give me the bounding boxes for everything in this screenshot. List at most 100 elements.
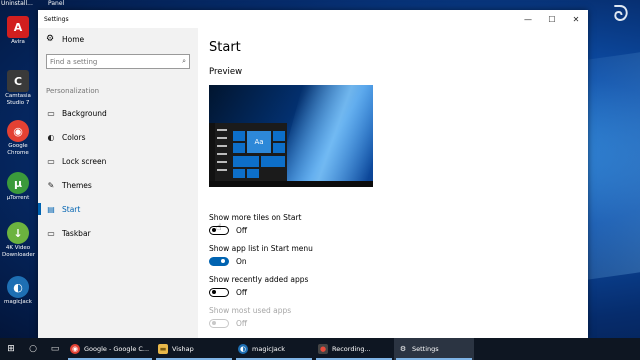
chrome-icon: ◉ [7, 120, 29, 142]
task-view-icon: ▭ [50, 344, 60, 354]
preview-list-line [217, 161, 227, 163]
desktop-icon-4k-video-downloader[interactable]: ↓ 4K Video Downloader [2, 222, 35, 258]
minimize-button[interactable]: — [516, 10, 540, 28]
dragon-desktop-icon[interactable]: ᘐ [608, 2, 634, 28]
sidebar-item-label: Lock screen [62, 156, 107, 166]
preview-start-menu: Aa [209, 123, 287, 181]
gear-icon: ⚙ [46, 34, 55, 44]
preview-tile [247, 169, 259, 178]
sidebar-nav: ▭ Background ◐ Colors ▭ Lock screen ✎ Th… [38, 101, 198, 245]
desktop-icon-label: Google Chrome [7, 143, 29, 156]
preview-list-line [217, 145, 227, 147]
mouse-cursor-icon: ☝ [216, 223, 222, 233]
taskbar-app-chrome[interactable]: ◉ Google - Google C... [66, 338, 154, 360]
desktop-icon-utorrent[interactable]: µ µTorrent [2, 172, 34, 202]
setting-label: Show app list in Start menu [209, 244, 313, 253]
sidebar-item-themes[interactable]: ✎ Themes [38, 173, 198, 197]
toggle-state-label: On [236, 257, 247, 266]
taskbar-app-magicjack[interactable]: ◐ magicJack [234, 338, 314, 360]
taskbar-app-recording[interactable]: ● Recording... [314, 338, 394, 360]
maximize-button[interactable]: ☐ [540, 10, 564, 28]
page-title: Start [209, 40, 241, 55]
preview-tile [261, 156, 285, 167]
setting-label: Show more tiles on Start [209, 213, 302, 222]
preview-tile-aa: Aa [247, 131, 271, 153]
taskbar-icon: ▭ [47, 228, 55, 238]
search-field[interactable]: Find a setting ⌕ [46, 54, 190, 69]
preview-tile [233, 169, 245, 178]
search-icon[interactable]: ⌕ [182, 57, 186, 66]
preview-tile [273, 131, 285, 141]
settings-window: Settings — ☐ ✕ ⚙ Home Find a setting ⌕ P… [38, 10, 588, 338]
preview-tile [233, 131, 245, 141]
sidebar-item-label: Colors [62, 132, 86, 142]
sidebar-item-label: Start [62, 204, 81, 214]
desktop-icon-avira[interactable]: A Avira [2, 16, 34, 46]
brush-icon: ✎ [47, 180, 55, 190]
4k-video-downloader-icon: ↓ [7, 222, 29, 244]
toggle-state-label: Off [236, 288, 248, 297]
sidebar-item-label: Background [62, 108, 107, 118]
setting-show-most-used: Show most used apps Off [209, 306, 588, 328]
avira-icon: A [7, 16, 29, 38]
desktop-icon-chrome[interactable]: ◉ Google Chrome [2, 120, 34, 156]
sidebar: ⚙ Home Find a setting ⌕ Personalization … [38, 28, 198, 338]
home-label: Home [62, 34, 85, 44]
wallpaper-rays [275, 85, 373, 187]
sidebar-item-start[interactable]: ▤ Start [38, 197, 198, 221]
setting-show-app-list: Show app list in Start menu On [209, 244, 588, 266]
preview-heading: Preview [209, 67, 243, 77]
preview-list-line [217, 137, 227, 139]
preview-app-list [217, 129, 227, 177]
show-app-list-toggle[interactable] [209, 257, 229, 266]
home-button[interactable]: ⚙ Home [38, 28, 198, 50]
magicjack-icon: ◐ [238, 344, 248, 354]
toggle-state-label: Off [236, 226, 248, 235]
close-button[interactable]: ✕ [564, 10, 588, 28]
sidebar-item-label: Themes [62, 180, 92, 190]
windows-taskbar: ⊞ ○ ▭ ◉ Google - Google C... ▬ Vishap ◐ … [0, 338, 640, 360]
preview-tile [273, 143, 285, 153]
setting-label: Show most used apps [209, 306, 292, 315]
show-recently-added-toggle[interactable] [209, 288, 229, 297]
start-button[interactable]: ⊞ [0, 338, 22, 360]
taskbar-app-label: Vishap [172, 345, 194, 353]
search-input[interactable]: Find a setting [50, 58, 182, 66]
taskbar-app-label: Settings [412, 345, 439, 353]
sidebar-item-taskbar[interactable]: ▭ Taskbar [38, 221, 198, 245]
taskbar-app-settings[interactable]: ⚙ Settings [394, 338, 474, 360]
show-most-used-toggle[interactable] [209, 319, 229, 328]
start-preview-image: Aa [209, 85, 373, 187]
preview-list-line [217, 169, 227, 171]
camtasia-icon: C [7, 70, 29, 92]
preview-start-rail [209, 123, 215, 181]
task-view-button[interactable]: ▭ [44, 338, 66, 360]
sidebar-item-colors[interactable]: ◐ Colors [38, 125, 198, 149]
desktop-icon-magicjack[interactable]: ◐ magicJack [2, 276, 34, 306]
desktop-label-panel[interactable]: Panel [48, 0, 64, 7]
preview-taskbar [209, 181, 373, 187]
sidebar-item-lock-screen[interactable]: ▭ Lock screen [38, 149, 198, 173]
window-title: Settings [44, 15, 69, 23]
taskbar-app-label: Recording... [332, 345, 371, 353]
title-bar[interactable]: Settings — ☐ ✕ [38, 10, 588, 28]
desktop-icon-label: magicJack [4, 299, 32, 305]
desktop-icon-camtasia[interactable]: C Camtasia Studio 7 [2, 70, 34, 106]
magicjack-icon: ◐ [7, 276, 29, 298]
monitor-icon: ▭ [47, 156, 55, 166]
desktop-icon-label: Camtasia Studio 7 [5, 93, 31, 106]
start-icon: ▤ [47, 204, 55, 214]
taskbar-app-vishap-folder[interactable]: ▬ Vishap [154, 338, 234, 360]
desktop-icon-label: µTorrent [6, 195, 30, 201]
main-content: Start Preview Aa Show more tiles on Star… [209, 28, 588, 338]
desktop-icon-label: 4K Video Downloader [2, 245, 35, 258]
taskbar-app-label: magicJack [252, 345, 286, 353]
camtasia-recorder-icon: ● [318, 344, 328, 354]
window-controls: — ☐ ✕ [516, 10, 588, 28]
search-circle-icon: ○ [29, 344, 37, 354]
sidebar-item-label: Taskbar [62, 228, 91, 238]
sidebar-item-background[interactable]: ▭ Background [38, 101, 198, 125]
preview-tile [233, 143, 245, 153]
search-button[interactable]: ○ [22, 338, 44, 360]
folder-icon: ▬ [158, 344, 168, 354]
